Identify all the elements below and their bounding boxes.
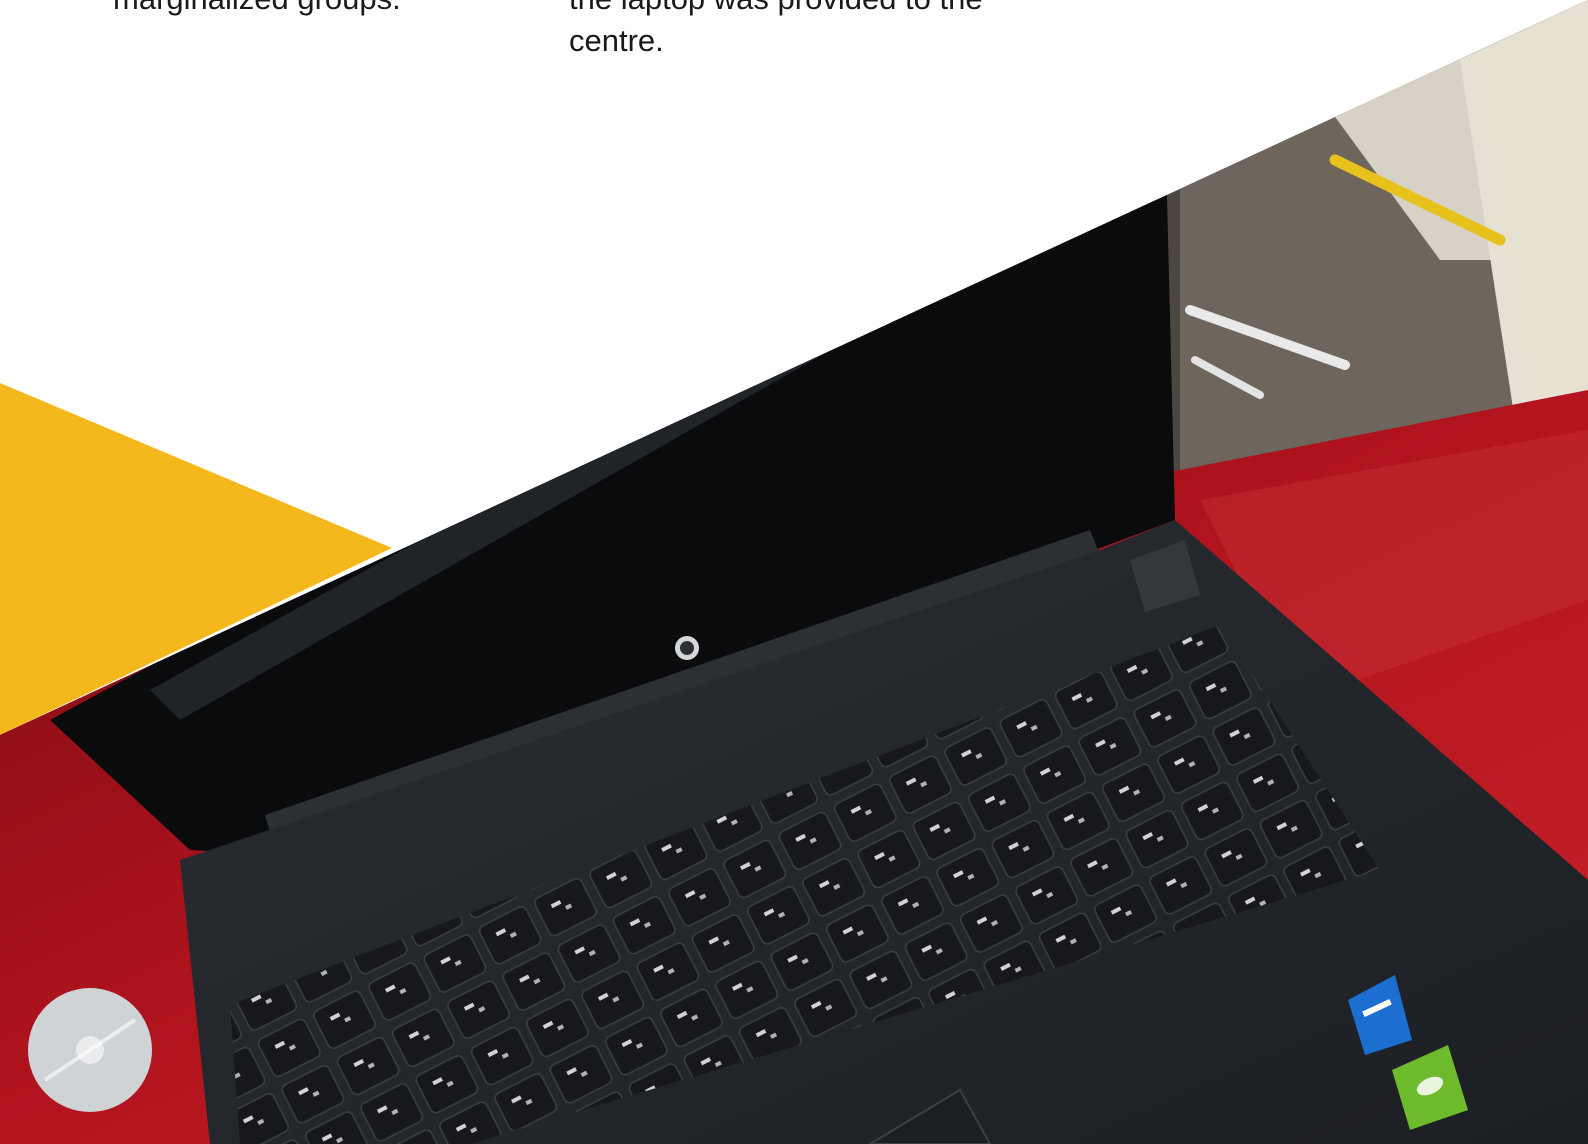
- laptop-photo: [0, 0, 1588, 1144]
